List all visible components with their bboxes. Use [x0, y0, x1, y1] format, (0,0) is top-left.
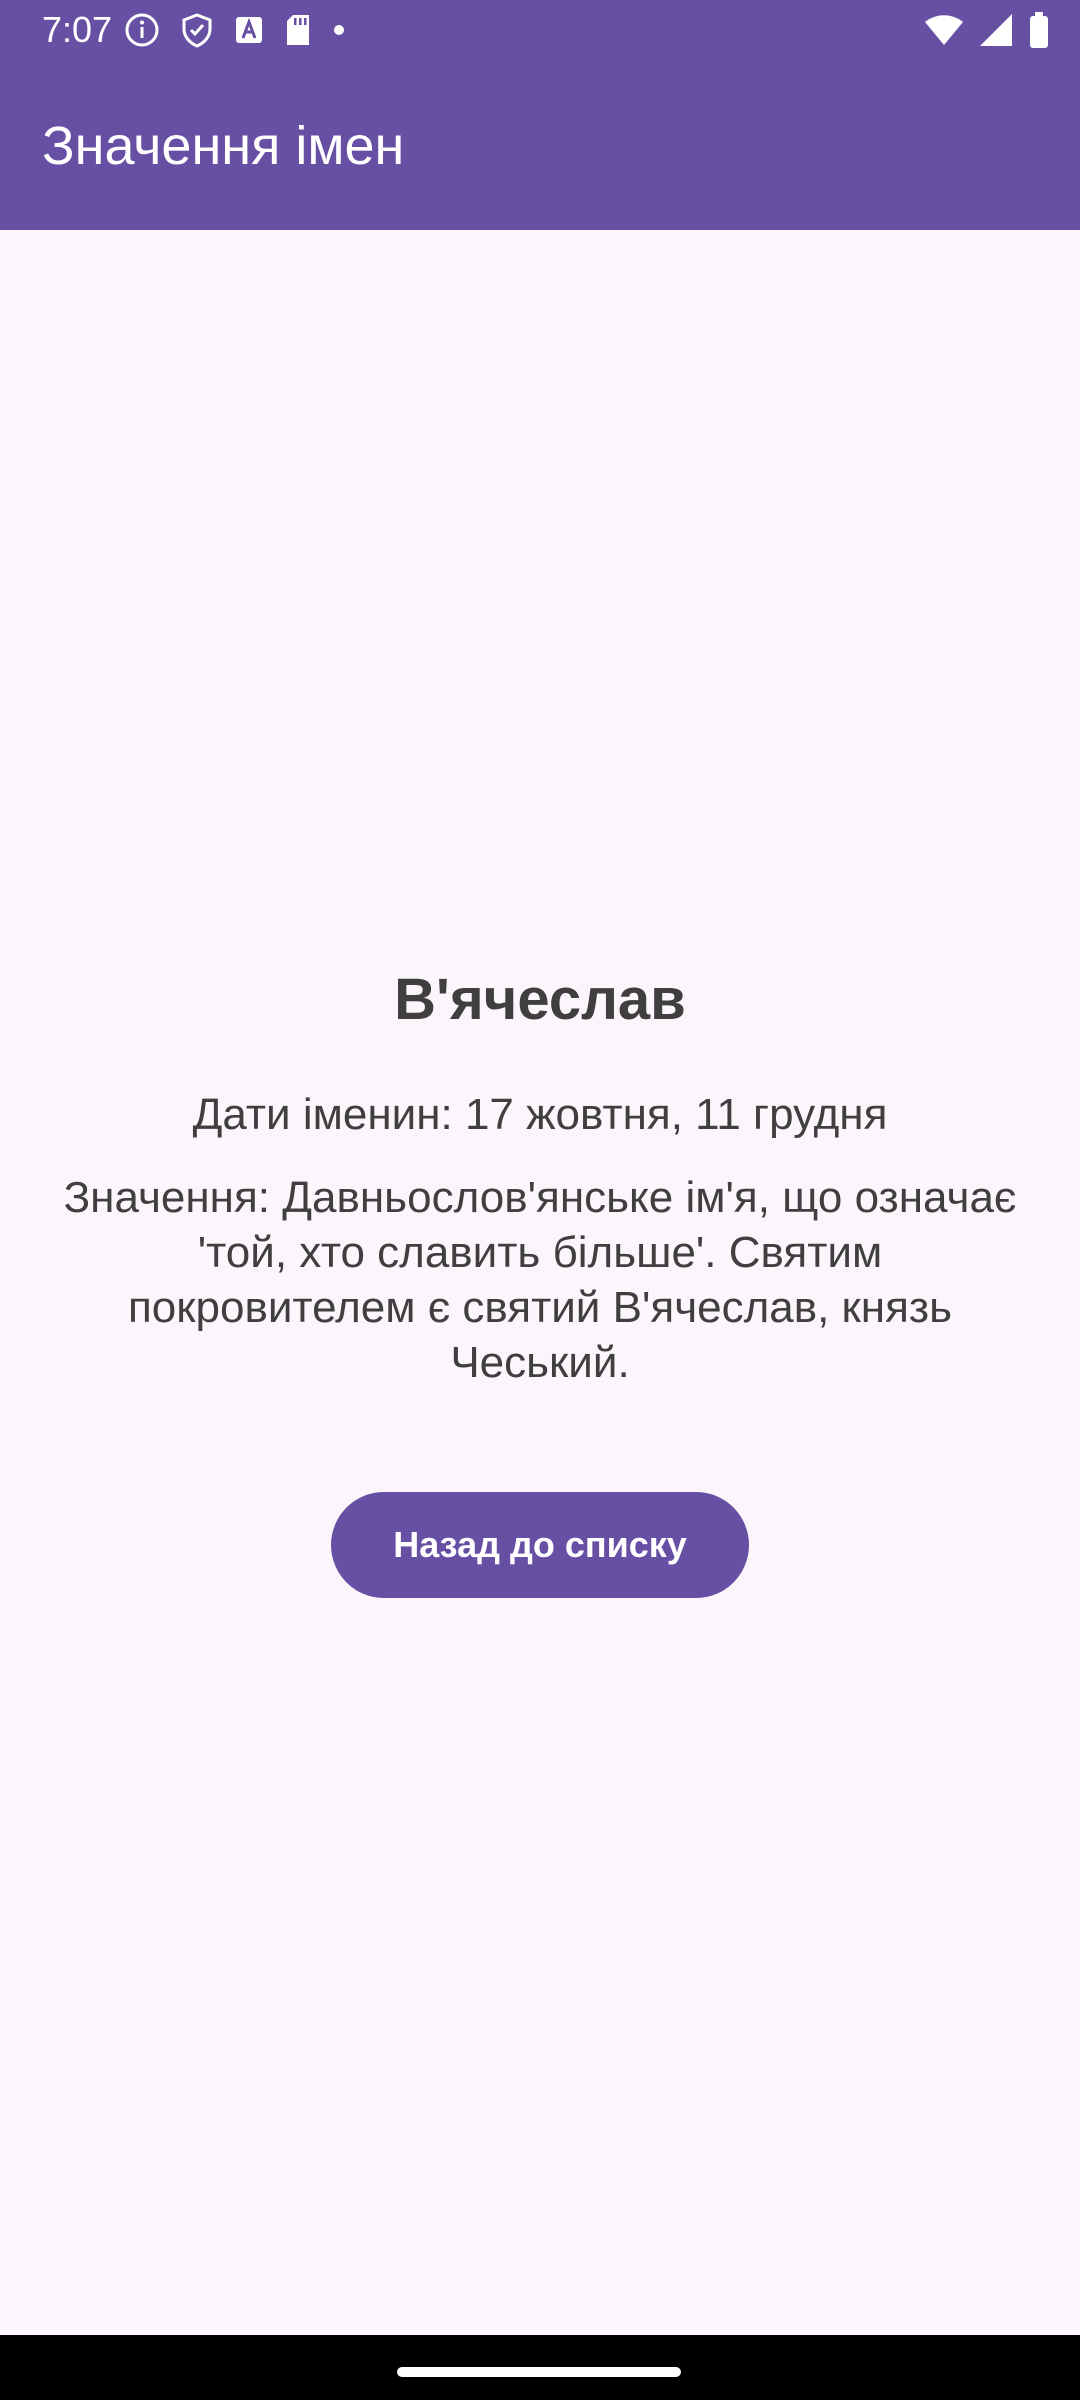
signal-icon	[978, 12, 1014, 53]
name-meaning: Значення: Давньослов'янське ім'я, що озн…	[63, 1173, 1017, 1387]
name-detail-content: В'ячеслав Дати іменин: 17 жовтня, 11 гру…	[0, 230, 1080, 2335]
screen: 7:07 Значення імен В'ячеслав Дати іменин…	[0, 0, 1080, 2400]
status-icons-left	[124, 12, 346, 52]
name-day-dates: Дати іменин: 17 жовтня, 11 грудня	[192, 1090, 888, 1139]
a-text-icon	[234, 15, 264, 50]
home-gesture-handle[interactable]	[397, 2367, 681, 2377]
sd-card-icon	[284, 13, 312, 52]
status-time: 7:07	[42, 9, 113, 50]
battery-icon	[1028, 11, 1050, 54]
app-bar: Значення імен	[0, 62, 1080, 230]
status-bar: 7:07	[0, 0, 1080, 62]
info-icon	[124, 12, 160, 53]
status-icons-right	[924, 11, 1050, 54]
wifi-icon	[924, 13, 964, 52]
shield-icon	[180, 12, 214, 53]
dot-icon	[332, 23, 346, 42]
app-title: Значення імен	[42, 116, 405, 176]
back-to-list-button[interactable]: Назад до списку	[331, 1492, 749, 1598]
navigation-bar	[0, 2335, 1080, 2400]
name-title: В'ячеслав	[394, 967, 686, 1032]
